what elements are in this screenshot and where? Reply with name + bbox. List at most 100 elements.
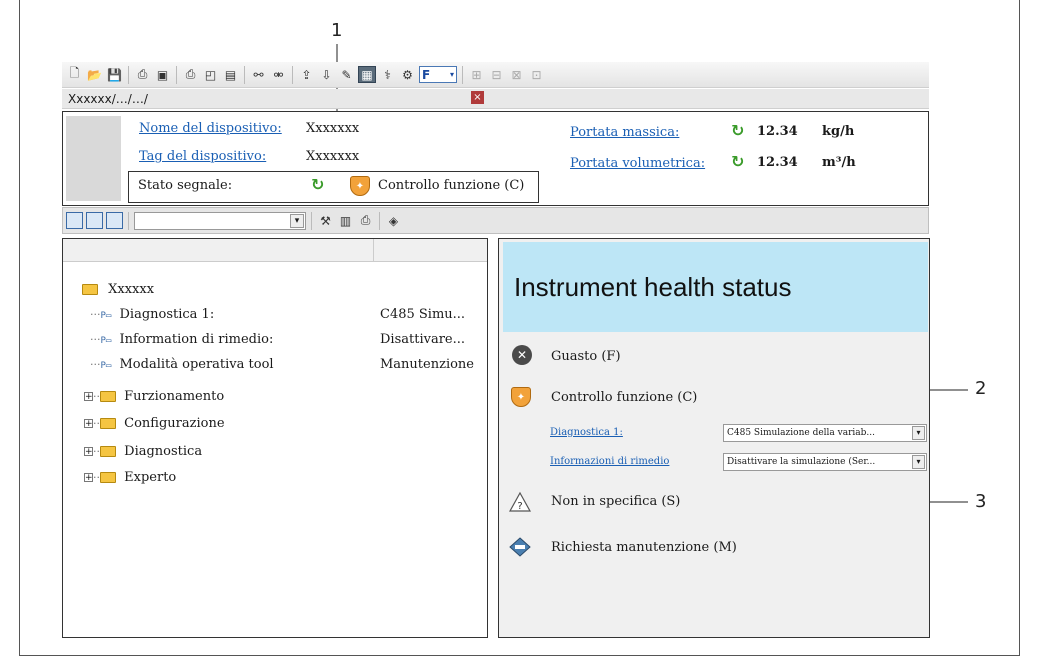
refresh-icon: ↻ bbox=[311, 175, 325, 194]
layout-icon[interactable] bbox=[86, 212, 103, 229]
remedy-info-link[interactable]: Informazioni di rimedio bbox=[550, 456, 669, 467]
refresh-icon: ↻ bbox=[731, 121, 745, 140]
device-name-link[interactable]: Nome del dispositivo: bbox=[139, 121, 282, 136]
tree-folder-label: Experto bbox=[124, 470, 177, 485]
failure-label: Guasto (F) bbox=[551, 349, 621, 364]
diagnosis-icon[interactable]: ⚕ bbox=[379, 66, 396, 83]
disabled-tool-icon: ⊞ bbox=[471, 67, 482, 82]
mass-flow-link[interactable]: Portata massica: bbox=[570, 125, 679, 140]
signal-status-value: Controllo funzione (C) bbox=[378, 178, 525, 193]
connect-icon[interactable]: ⚯ bbox=[250, 66, 267, 83]
maintenance-icon bbox=[509, 536, 531, 558]
chevron-down-icon[interactable]: ▾ bbox=[290, 213, 304, 228]
out-of-spec-label: Non in specifica (S) bbox=[551, 494, 681, 509]
diagnostic-1-value: C485 Simulazione della variab... bbox=[727, 428, 875, 438]
open-folder-icon bbox=[82, 284, 98, 295]
save-icon[interactable]: 💾 bbox=[106, 66, 123, 83]
online-params-icon[interactable]: ▦ bbox=[358, 66, 376, 83]
folder-icon bbox=[100, 472, 116, 483]
tree-connector: ·· bbox=[93, 471, 100, 484]
device-icon[interactable]: ▣ bbox=[154, 66, 171, 83]
tree-folder-row[interactable]: +·· Configurazione bbox=[84, 416, 225, 431]
layout-icon[interactable] bbox=[106, 212, 123, 229]
tree-param-label: Modalità operativa tool bbox=[119, 357, 274, 372]
navigation-tree-panel bbox=[62, 238, 488, 638]
tree-folder-label: Furzionamento bbox=[124, 389, 225, 404]
tree-folder-row[interactable]: +·· Experto bbox=[84, 470, 176, 485]
upload-icon[interactable]: ⇪ bbox=[298, 66, 315, 83]
tree-header bbox=[63, 239, 487, 262]
disabled-tool-icon: ⊠ bbox=[511, 67, 522, 82]
help-icon[interactable]: ◈ bbox=[385, 212, 402, 229]
main-toolbar: 🗋 📂 💾 ⎙ ▣ ⎙ ◰ ▤ ⚯ ⚮ ⇪ ⇩ ✎ ▦ ⚕ ⚙ F ▾ ⊞ ⊟ ⊠… bbox=[62, 62, 929, 88]
diagnostic-1-link[interactable]: Diagnostica 1: bbox=[550, 427, 623, 438]
tree-folder-row[interactable]: +·· Diagnostica bbox=[84, 444, 202, 459]
open-folder-icon[interactable]: 📂 bbox=[86, 66, 103, 83]
tree-connector: ··· bbox=[90, 333, 101, 346]
volume-flow-link[interactable]: Portata volumetrica: bbox=[570, 156, 705, 171]
toolbar-separator bbox=[311, 211, 312, 230]
tree-root[interactable]: Xxxxxx bbox=[82, 282, 154, 297]
preview-icon[interactable]: ◰ bbox=[202, 66, 219, 83]
chevron-down-icon[interactable]: ▾ bbox=[912, 455, 925, 469]
remedy-info-select[interactable]: Disattivare la simulazione (Ser... ▾ bbox=[723, 453, 927, 471]
new-file-icon[interactable]: 🗋 bbox=[66, 66, 83, 83]
layout-icon[interactable] bbox=[66, 212, 83, 229]
function-check-icon: ✦ bbox=[350, 176, 370, 196]
mass-flow-value: 12.34 bbox=[757, 124, 798, 139]
print-icon[interactable]: ⎙ bbox=[134, 66, 151, 83]
expand-icon[interactable]: + bbox=[84, 447, 93, 457]
health-status-title: Instrument health status bbox=[514, 272, 792, 302]
tree-param-value: C485 Simu... bbox=[380, 307, 466, 322]
breadcrumb: Xxxxxx/…/…/ bbox=[62, 89, 929, 109]
tree-param-value: Disattivare... bbox=[380, 332, 466, 347]
out-of-spec-icon: ? bbox=[509, 491, 531, 513]
mass-flow-unit: kg/h bbox=[822, 124, 855, 139]
tools-icon[interactable]: ⚒ bbox=[317, 212, 334, 229]
calendar-icon[interactable]: ▥ bbox=[337, 212, 354, 229]
tree-param-row[interactable]: ···P▭ Information di rimedio: bbox=[90, 332, 273, 347]
list-icon[interactable]: ▤ bbox=[222, 66, 239, 83]
expand-icon[interactable]: + bbox=[84, 473, 93, 483]
tree-param-row[interactable]: ···P▭ Diagnostica 1: bbox=[90, 307, 214, 322]
device-tag-link[interactable]: Tag del dispositivo: bbox=[139, 149, 266, 164]
toolbar-separator bbox=[176, 65, 177, 84]
expand-icon[interactable]: + bbox=[84, 392, 93, 402]
tree-connector: ··· bbox=[90, 358, 101, 371]
diagnostic-1-select[interactable]: C485 Simulazione della variab... ▾ bbox=[723, 424, 927, 442]
device-name-value: Xxxxxxx bbox=[306, 121, 360, 136]
print-icon[interactable]: ⎙ bbox=[357, 212, 374, 229]
tree-connector: ·· bbox=[93, 417, 100, 430]
parameter-icon: P▭ bbox=[100, 311, 112, 321]
view-combobox[interactable]: ▾ bbox=[134, 211, 306, 230]
tree-param-label: Information di rimedio: bbox=[119, 332, 274, 347]
tree-param-label: Diagnostica 1: bbox=[119, 307, 215, 322]
expand-icon[interactable]: + bbox=[84, 419, 93, 429]
open-folder-icon bbox=[100, 418, 116, 429]
chevron-down-icon[interactable]: ▾ bbox=[912, 426, 925, 440]
refresh-icon: ↻ bbox=[731, 152, 745, 171]
device-image bbox=[66, 116, 121, 201]
print-preview-icon[interactable]: ⎙ bbox=[182, 66, 199, 83]
disabled-tool-icon: ⊟ bbox=[491, 67, 502, 82]
tree-connector: ·· bbox=[93, 445, 100, 458]
edit-icon[interactable]: ✎ bbox=[338, 66, 355, 83]
volume-flow-unit: m³/h bbox=[822, 155, 856, 170]
toolbar-separator bbox=[292, 65, 293, 84]
tree-param-value: Manutenzione bbox=[380, 357, 474, 372]
function-select[interactable]: F ▾ bbox=[419, 66, 457, 83]
disconnect-icon[interactable]: ⚮ bbox=[270, 66, 287, 83]
settings-icon[interactable]: ⚙ bbox=[399, 66, 416, 83]
function-check-icon: ✦ bbox=[511, 387, 531, 407]
signal-status-label: Stato segnale: bbox=[138, 178, 233, 193]
failure-icon: ✕ bbox=[512, 345, 532, 365]
tree-param-row[interactable]: ···P▭ Modalità operativa tool bbox=[90, 357, 274, 372]
download-icon[interactable]: ⇩ bbox=[318, 66, 335, 83]
remedy-info-value: Disattivare la simulazione (Ser... bbox=[727, 457, 876, 467]
close-icon[interactable]: × bbox=[471, 91, 484, 104]
tree-folder-row[interactable]: +·· Furzionamento bbox=[84, 389, 224, 404]
toolbar-separator bbox=[379, 211, 380, 230]
folder-icon bbox=[100, 391, 116, 402]
parameter-icon: P▭ bbox=[100, 336, 112, 346]
tree-connector: ··· bbox=[90, 308, 101, 321]
